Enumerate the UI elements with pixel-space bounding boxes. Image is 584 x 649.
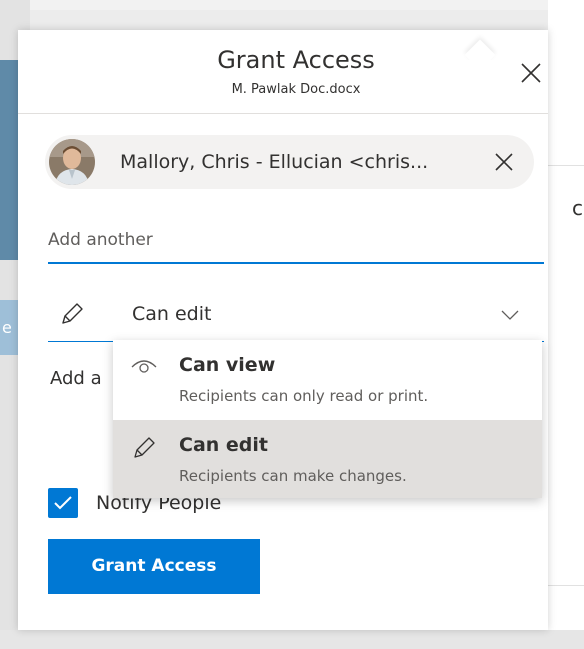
recipient-name: Mallory, Chris - Ellucian <chris... (120, 151, 429, 173)
menu-item-title: Can edit (179, 434, 268, 456)
notify-checkbox[interactable] (48, 488, 78, 518)
menu-item-description: Recipients can make changes. (179, 467, 407, 485)
background-top-band (30, 0, 584, 10)
permission-menu: Can view Recipients can only read or pri… (113, 340, 542, 498)
menu-item-title: Can view (179, 354, 276, 376)
background-right-divider (548, 585, 584, 586)
background-bottom-band (0, 630, 584, 649)
background-right-text: c (572, 196, 583, 220)
close-icon (495, 153, 513, 171)
add-recipient-input[interactable] (48, 222, 544, 264)
background-left-strip (0, 60, 18, 260)
permission-dropdown[interactable]: Can edit (48, 288, 544, 342)
menu-item-can-view[interactable]: Can view Recipients can only read or pri… (113, 340, 542, 418)
dialog-header: Grant Access M. Pawlak Doc.docx (18, 30, 548, 114)
pencil-icon (134, 437, 155, 458)
grant-access-dialog: Grant Access M. Pawlak Doc.docx Mallory,… (18, 30, 548, 630)
menu-item-description: Recipients can only read or print. (179, 387, 429, 405)
eye-icon (131, 360, 157, 373)
background-right-pane (548, 0, 584, 649)
close-button[interactable] (516, 58, 546, 88)
permission-value: Can edit (132, 303, 212, 325)
pencil-icon (62, 303, 83, 324)
menu-item-can-edit[interactable]: Can edit Recipients can make changes. (113, 420, 542, 498)
chevron-down-icon (501, 310, 519, 320)
recipient-chip[interactable]: Mallory, Chris - Ellucian <chris... (45, 135, 534, 189)
checkmark-icon (54, 496, 72, 510)
remove-recipient-button[interactable] (491, 149, 517, 175)
background-left-text: e (2, 318, 12, 337)
grant-access-button[interactable]: Grant Access (48, 539, 260, 594)
close-icon (521, 63, 541, 83)
background-right-divider (548, 165, 584, 166)
dialog-subtitle: M. Pawlak Doc.docx (231, 82, 361, 97)
dialog-title: Grant Access (217, 46, 375, 74)
avatar (49, 139, 95, 185)
add-message-link[interactable]: Add a (50, 368, 102, 389)
